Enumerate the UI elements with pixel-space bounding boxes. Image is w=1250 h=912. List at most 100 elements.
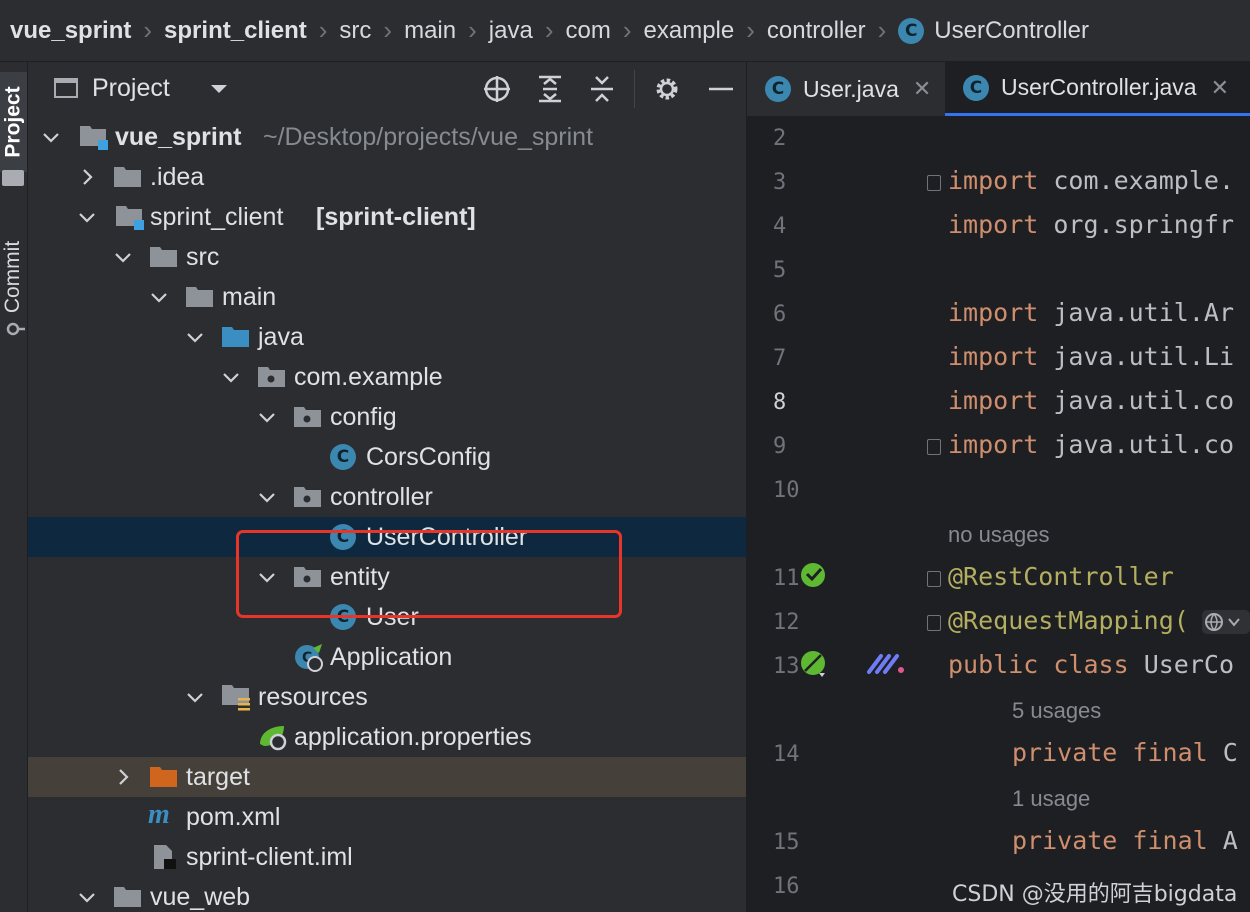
chevron-down-icon[interactable] <box>184 686 206 708</box>
tree-path: ~/Desktop/projects/vue_sprint <box>263 123 594 151</box>
chevron-down-icon[interactable] <box>40 126 62 148</box>
code-line: import java.util.co <box>948 386 1234 415</box>
chevron-down-icon[interactable] <box>184 326 206 348</box>
package-icon <box>294 487 321 507</box>
breadcrumb-item[interactable]: controller <box>767 17 866 45</box>
code-text: java.util.Ar <box>1053 298 1234 327</box>
tree-label: src <box>186 243 220 271</box>
code-line: public class UserCo <box>948 650 1234 679</box>
line-number: 16 <box>773 874 800 899</box>
chevron-down-icon[interactable] <box>256 406 278 428</box>
usage-hint[interactable]: 5 usages <box>1012 698 1101 724</box>
chevron-down-icon[interactable] <box>208 76 230 100</box>
chevron-down-icon[interactable] <box>256 486 278 508</box>
usage-hint[interactable]: 1 usage <box>1012 786 1090 812</box>
code-line: private final A <box>1012 826 1238 855</box>
close-icon[interactable]: ✕ <box>913 76 931 102</box>
resources-folder-icon <box>222 685 250 711</box>
code-text: java.util.co <box>1053 430 1234 459</box>
breadcrumb-item[interactable]: sprint_client <box>164 17 307 45</box>
chevron-down-icon[interactable] <box>76 886 98 908</box>
tree-node-controller[interactable]: controller <box>28 477 746 517</box>
line-number: 14 <box>773 742 800 767</box>
breadcrumb-item[interactable]: example <box>644 17 735 45</box>
tree-node-root[interactable]: vue_sprint ~/Desktop/projects/vue_sprint <box>28 117 746 157</box>
breadcrumb-item[interactable]: main <box>404 17 456 45</box>
gear-icon[interactable] <box>652 74 682 104</box>
chevron-down-icon[interactable] <box>148 286 170 308</box>
close-icon[interactable]: ✕ <box>1211 75 1229 101</box>
breadcrumb-item[interactable]: java <box>489 17 533 45</box>
spring-bean-icon[interactable] <box>799 649 829 679</box>
chevron-down-icon[interactable] <box>112 246 134 268</box>
tree-node-module[interactable]: sprint_client [sprint-client] <box>28 197 746 237</box>
excluded-folder-icon <box>150 767 177 787</box>
folder-icon <box>2 170 24 186</box>
tree-label: config <box>330 403 397 431</box>
expand-all-icon[interactable] <box>535 74 565 104</box>
chevron-right-icon[interactable] <box>112 766 134 788</box>
tree-node-package[interactable]: com.example <box>28 357 746 397</box>
ai-assistant-icon[interactable] <box>867 652 907 676</box>
code-text: A <box>1222 826 1238 855</box>
tab-user-java[interactable]: C User.java ✕ <box>765 62 931 116</box>
tree-node-pom[interactable]: m pom.xml <box>28 797 746 837</box>
fold-marker[interactable] <box>927 439 941 455</box>
chevron-right-icon: › <box>468 15 477 45</box>
tool-window-stripe: Project Commit <box>0 62 28 912</box>
keyword: import <box>948 342 1039 371</box>
code-line: import java.util.Li <box>948 342 1234 371</box>
tree-node-resources[interactable]: resources <box>28 677 746 717</box>
line-number: 8 <box>773 390 787 415</box>
chevron-down-icon[interactable] <box>76 206 98 228</box>
line-number: 5 <box>773 258 787 283</box>
editor-tabs: C User.java ✕ C UserController.java ✕ <box>747 62 1250 117</box>
project-panel-title[interactable]: Project <box>92 74 170 103</box>
minimize-icon[interactable] <box>706 74 736 104</box>
tree-node-application[interactable]: C Application <box>28 637 746 677</box>
tree-label: resources <box>258 683 368 711</box>
code-line: import com.example. <box>948 166 1234 195</box>
tree-node-iml[interactable]: sprint-client.iml <box>28 837 746 877</box>
keyword: public class <box>948 650 1129 679</box>
code-line: @RestController <box>948 562 1174 591</box>
keyword: import <box>948 298 1039 327</box>
breadcrumb-item[interactable]: com <box>566 17 611 45</box>
commit-icon <box>6 322 25 336</box>
tree-node-main[interactable]: main <box>28 277 746 317</box>
code-text: java.util.co <box>1053 386 1234 415</box>
class-icon: C <box>898 17 925 44</box>
breadcrumb-item[interactable]: UserController <box>934 17 1089 45</box>
tree-node-target[interactable]: target <box>28 757 746 797</box>
tree-label: main <box>222 283 277 311</box>
tree-node-config[interactable]: config <box>28 397 746 437</box>
locate-icon[interactable] <box>482 74 512 104</box>
fold-marker[interactable] <box>927 571 941 587</box>
usage-hint[interactable]: no usages <box>948 522 1050 548</box>
tree-node-application-properties[interactable]: application.properties <box>28 717 746 757</box>
chevron-down-icon[interactable] <box>220 366 242 388</box>
stripe-tab-commit[interactable]: Commit <box>0 222 27 332</box>
annotation: @RestController <box>948 562 1174 591</box>
tree-node-java[interactable]: java <box>28 317 746 357</box>
tab-user-controller-java[interactable]: C UserController.java ✕ <box>945 62 1250 116</box>
collapse-all-icon[interactable] <box>587 74 617 104</box>
fold-marker[interactable] <box>927 175 941 191</box>
tree-node-idea[interactable]: .idea <box>28 157 746 197</box>
breadcrumb-item[interactable]: src <box>339 17 371 45</box>
tab-label: UserController.java <box>1001 74 1197 100</box>
fold-marker[interactable] <box>927 615 941 631</box>
spring-bean-icon[interactable] <box>799 561 829 589</box>
chevron-right-icon: › <box>383 15 393 45</box>
tree-label: sprint-client.iml <box>186 843 353 871</box>
chevron-right-icon[interactable] <box>76 166 98 188</box>
tree-node-src[interactable]: src <box>28 237 746 277</box>
breadcrumb-item[interactable]: vue_sprint <box>10 17 131 45</box>
watermark: CSDN @没用的阿吉bigdata <box>952 882 1238 907</box>
tree-node-vue-web[interactable]: vue_web <box>28 877 746 912</box>
stripe-tab-project[interactable]: Project <box>0 72 27 172</box>
tree-node-cors-config[interactable]: C CorsConfig <box>28 437 746 477</box>
module-folder-icon <box>80 126 108 150</box>
globe-icon[interactable] <box>1202 609 1250 635</box>
line-number: 3 <box>773 170 787 195</box>
